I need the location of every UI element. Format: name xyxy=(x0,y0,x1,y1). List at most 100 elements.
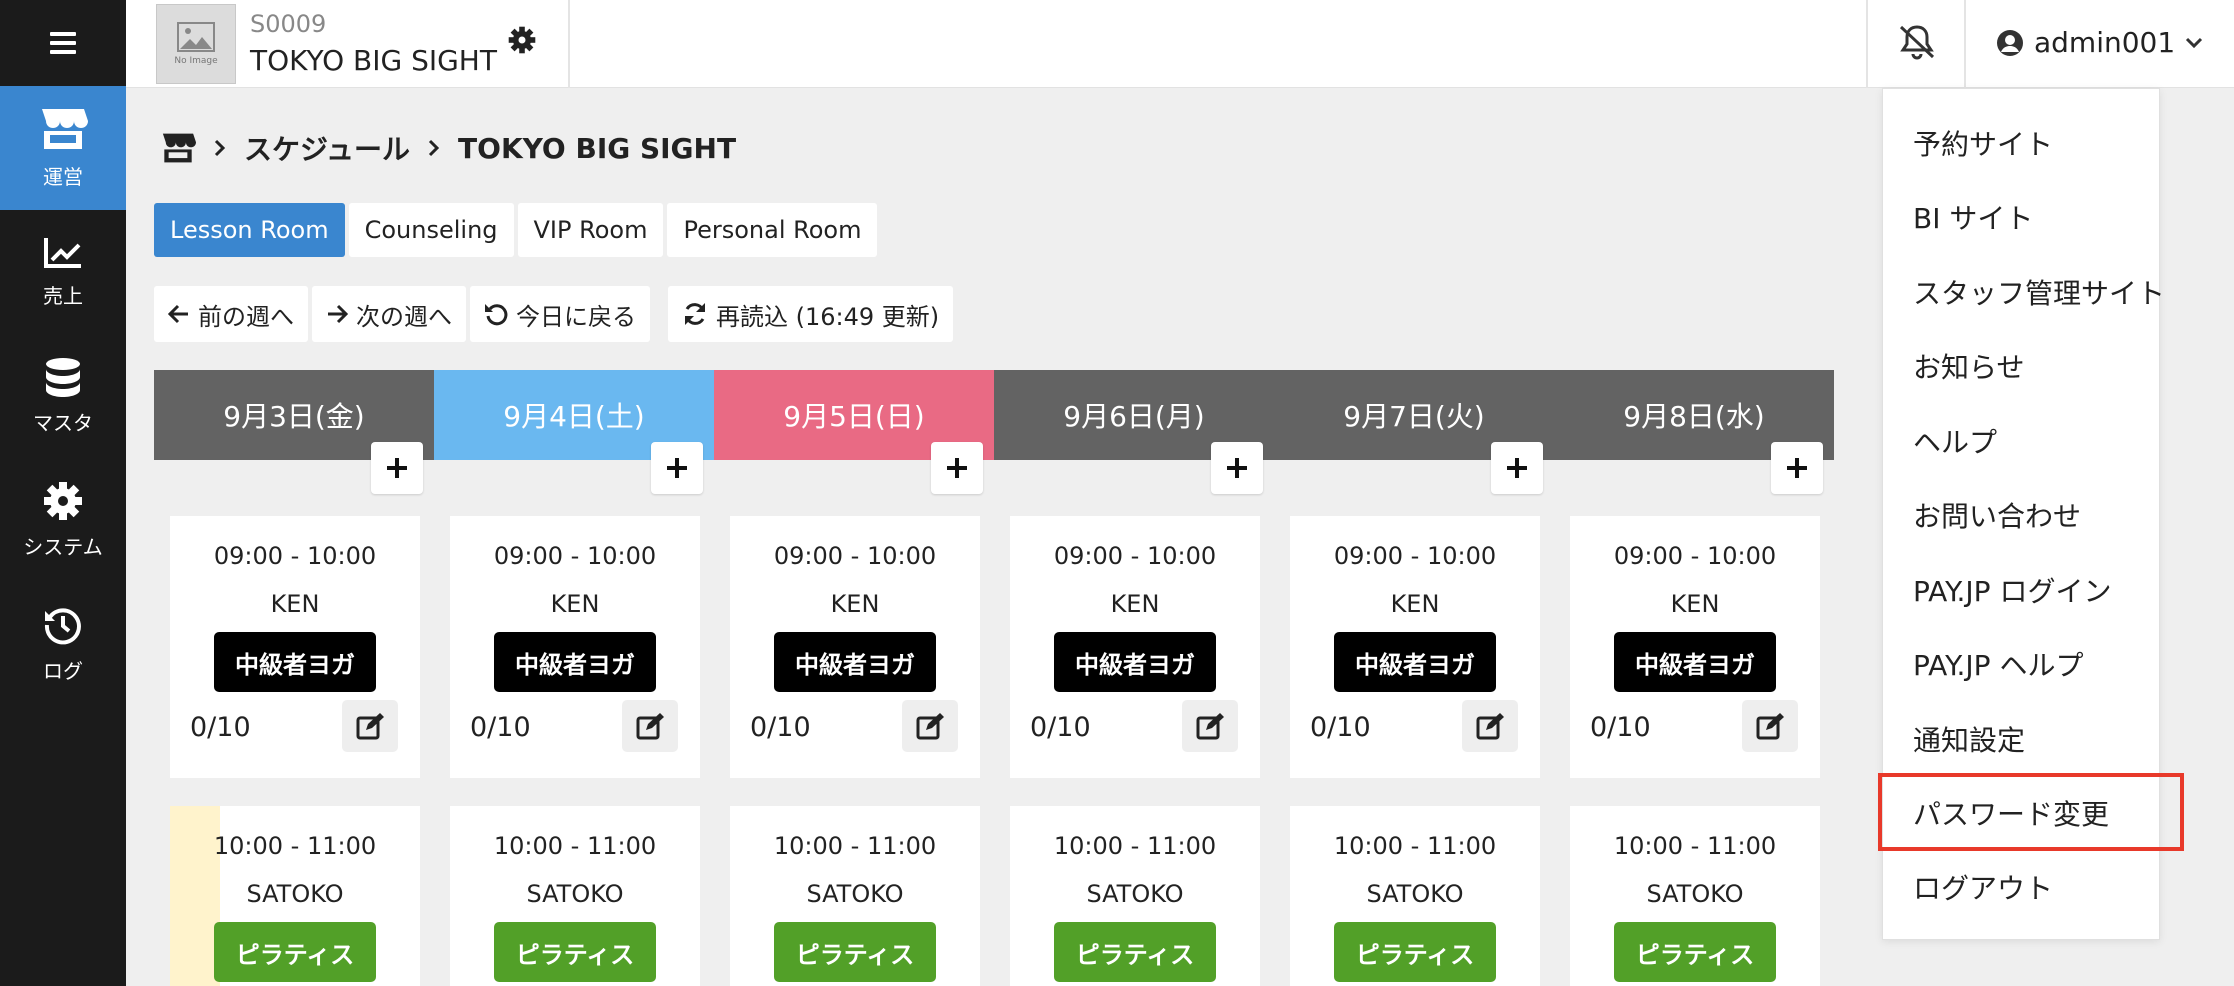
tab-personal-room[interactable]: Personal Room xyxy=(667,203,878,257)
user-menu-item[interactable]: PAY.JP ログイン xyxy=(1913,570,2111,610)
add-lesson-button[interactable] xyxy=(931,442,983,494)
lesson-name-badge: ピラティス xyxy=(1334,922,1496,982)
user-menu-item[interactable]: ログアウト xyxy=(1913,867,2053,907)
gear-icon xyxy=(44,481,82,520)
arrow-left-icon xyxy=(168,304,188,324)
lesson-card[interactable]: 10:00 - 11:00 SATOKO ピラティス xyxy=(730,806,980,986)
plus-icon xyxy=(667,458,687,478)
edit-lesson-button[interactable] xyxy=(902,700,958,752)
username: admin001 xyxy=(2034,26,2176,59)
user-menu-item[interactable]: スタッフ管理サイト xyxy=(1913,272,2165,312)
lesson-card[interactable]: 10:00 - 11:00 SATOKO ピラティス xyxy=(1010,806,1260,986)
lesson-time: 10:00 - 11:00 xyxy=(493,832,657,860)
image-icon xyxy=(177,22,215,52)
user-menu-item[interactable]: PAY.JP ヘルプ xyxy=(1913,644,2083,684)
user-menu-item[interactable]: 通知設定 xyxy=(1913,719,2025,759)
store-icon xyxy=(42,108,88,149)
store-code: S0009 xyxy=(250,10,327,38)
add-lesson-button[interactable] xyxy=(1491,442,1543,494)
plus-icon xyxy=(1787,458,1807,478)
plus-icon xyxy=(387,458,407,478)
sidebar-item-operations[interactable]: 運営 xyxy=(0,86,126,210)
edit-lesson-button[interactable] xyxy=(622,700,678,752)
user-menu-item[interactable]: BI サイト xyxy=(1913,197,2033,237)
lesson-card[interactable]: 09:00 - 10:00 KEN 中級者ヨガ 0/10 xyxy=(170,516,420,778)
breadcrumb-schedule[interactable]: スケジュール xyxy=(244,128,410,168)
user-menu-item[interactable]: ヘルプ xyxy=(1913,421,1997,461)
today-button[interactable]: 今日に戻る xyxy=(470,286,650,342)
lesson-card[interactable]: 09:00 - 10:00 KEN 中級者ヨガ 0/10 xyxy=(450,516,700,778)
sidebar: 運営 売上 マスタ システム ログ xyxy=(0,0,126,986)
tab-lesson-room[interactable]: Lesson Room xyxy=(154,203,345,257)
lesson-card[interactable]: 10:00 - 11:00 SATOKO ピラティス xyxy=(170,806,420,986)
divider xyxy=(1866,0,1868,88)
lesson-time: 09:00 - 10:00 xyxy=(773,542,937,570)
user-menu-item[interactable]: 予約サイト xyxy=(1913,123,2053,163)
sidebar-item-log[interactable]: ログ xyxy=(0,582,126,706)
room-tabs: Lesson Room Counseling VIP Room Personal… xyxy=(154,203,878,257)
lesson-time: 09:00 - 10:00 xyxy=(1613,542,1777,570)
sidebar-item-sales[interactable]: 売上 xyxy=(0,210,126,334)
edit-icon xyxy=(636,713,664,740)
database-icon xyxy=(46,357,80,397)
lesson-card[interactable]: 10:00 - 11:00 SATOKO ピラティス xyxy=(1290,806,1540,986)
tab-vip-room[interactable]: VIP Room xyxy=(517,203,664,257)
lesson-card[interactable]: 09:00 - 10:00 KEN 中級者ヨガ 0/10 xyxy=(730,516,980,778)
store-icon[interactable] xyxy=(160,132,196,164)
tab-counseling[interactable]: Counseling xyxy=(348,203,514,257)
user-menu-item[interactable]: お知らせ xyxy=(1913,346,2024,386)
edit-icon xyxy=(356,713,384,740)
next-week-label: 次の週へ xyxy=(356,302,452,331)
store-logo-placeholder: No Image xyxy=(156,4,236,84)
next-week-button[interactable]: 次の週へ xyxy=(312,286,466,342)
edit-lesson-button[interactable] xyxy=(1182,700,1238,752)
notifications-button[interactable] xyxy=(1898,24,1936,64)
lesson-name-badge: 中級者ヨガ xyxy=(774,632,936,692)
prev-week-button[interactable]: 前の週へ xyxy=(154,286,308,342)
lesson-staff: KEN xyxy=(1670,590,1720,618)
edit-icon xyxy=(1196,713,1224,740)
lesson-staff: KEN xyxy=(830,590,880,618)
lesson-name-badge: 中級者ヨガ xyxy=(1054,632,1216,692)
lesson-name-badge: ピラティス xyxy=(1614,922,1776,982)
reload-label: 再読込 (16:49 更新) xyxy=(716,302,940,331)
lesson-name-badge: 中級者ヨガ xyxy=(1614,632,1776,692)
add-lesson-button[interactable] xyxy=(1211,442,1263,494)
menu-toggle-button[interactable] xyxy=(0,0,126,86)
lesson-time: 09:00 - 10:00 xyxy=(1333,542,1497,570)
chevron-down-icon xyxy=(2186,37,2203,48)
lesson-card[interactable]: 09:00 - 10:00 KEN 中級者ヨガ 0/10 xyxy=(1570,516,1820,778)
chevron-right-icon xyxy=(428,139,440,157)
top-bar: No Image S0009 TOKYO BIG SIGHT admin001 xyxy=(126,0,2234,88)
user-menu-item[interactable]: お問い合わせ xyxy=(1913,495,2081,535)
sidebar-item-label: マスタ xyxy=(33,410,93,435)
store-settings-button[interactable] xyxy=(508,26,536,58)
store-name: TOKYO BIG SIGHT xyxy=(250,44,497,77)
edit-lesson-button[interactable] xyxy=(1742,700,1798,752)
sidebar-item-label: システム xyxy=(23,534,103,559)
breadcrumb: スケジュール TOKYO BIG SIGHT xyxy=(160,128,736,168)
lesson-card[interactable]: 10:00 - 11:00 SATOKO ピラティス xyxy=(1570,806,1820,986)
week-navigation: 前の週へ 次の週へ 今日に戻る 再読込 (16:49 更新) xyxy=(154,286,954,342)
add-lesson-button[interactable] xyxy=(371,442,423,494)
lesson-time: 09:00 - 10:00 xyxy=(1053,542,1217,570)
gear-icon xyxy=(508,26,536,54)
add-lesson-button[interactable] xyxy=(651,442,703,494)
user-menu-toggle[interactable]: admin001 xyxy=(1996,26,2203,59)
lesson-staff: KEN xyxy=(550,590,600,618)
sidebar-item-system[interactable]: システム xyxy=(0,458,126,582)
lesson-card[interactable]: 09:00 - 10:00 KEN 中級者ヨガ 0/10 xyxy=(1010,516,1260,778)
lesson-staff: KEN xyxy=(270,590,320,618)
sidebar-item-master[interactable]: マスタ xyxy=(0,334,126,458)
edit-lesson-button[interactable] xyxy=(1462,700,1518,752)
lesson-card[interactable]: 09:00 - 10:00 KEN 中級者ヨガ 0/10 xyxy=(1290,516,1540,778)
add-lesson-button[interactable] xyxy=(1771,442,1823,494)
lesson-card[interactable]: 10:00 - 11:00 SATOKO ピラティス xyxy=(450,806,700,986)
lesson-name-badge: 中級者ヨガ xyxy=(1334,632,1496,692)
lesson-name-badge: 中級者ヨガ xyxy=(214,632,376,692)
divider xyxy=(1964,0,1966,88)
booking-count: 0/10 xyxy=(1310,712,1371,743)
edit-icon xyxy=(1756,713,1784,740)
reload-button[interactable]: 再読込 (16:49 更新) xyxy=(668,286,954,342)
edit-lesson-button[interactable] xyxy=(342,700,398,752)
